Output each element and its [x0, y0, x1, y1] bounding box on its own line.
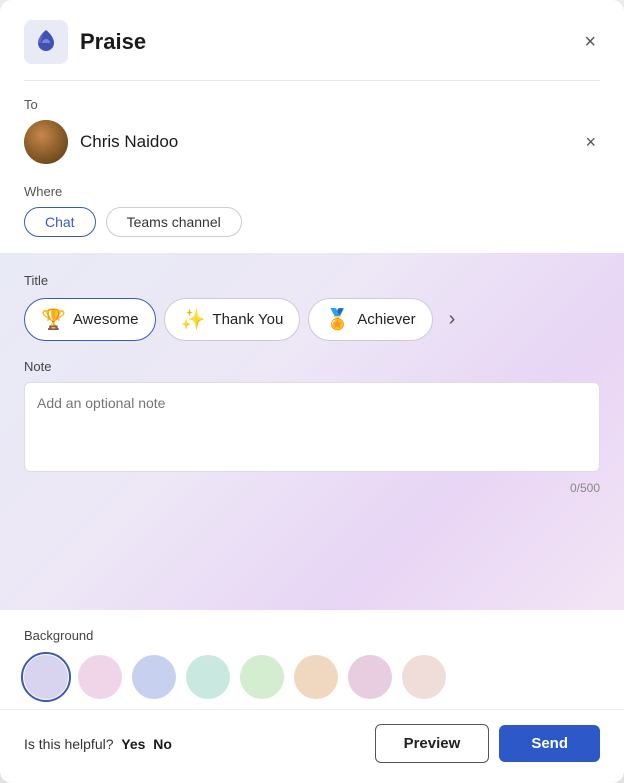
send-button[interactable]: Send [499, 725, 600, 762]
bg-color-lavender[interactable] [24, 655, 68, 699]
background-label: Background [24, 628, 600, 643]
awesome-title-button[interactable]: 🏆 Awesome [24, 298, 156, 341]
where-buttons: Chat Teams channel [24, 207, 600, 237]
recipient-row: Chris Naidoo × [24, 120, 600, 164]
note-textarea[interactable] [24, 382, 600, 472]
recipient-name: Chris Naidoo [80, 132, 178, 152]
modal-header: Praise × [0, 0, 624, 80]
thankyou-emoji: ✨ [181, 307, 206, 332]
thank-you-title-button[interactable]: ✨ Thank You [164, 298, 301, 341]
helpful-text: Is this helpful? Yes No [24, 736, 375, 752]
bg-color-mint[interactable] [186, 655, 230, 699]
avatar-image [24, 120, 68, 164]
no-button[interactable]: No [153, 736, 172, 752]
preview-button[interactable]: Preview [375, 724, 490, 763]
title-label: Title [24, 273, 600, 288]
title-buttons: 🏆 Awesome ✨ Thank You 🏅 Achiever › [24, 298, 600, 341]
awesome-emoji: 🏆 [41, 307, 66, 332]
to-section: To Chris Naidoo × [0, 81, 624, 172]
bg-color-light-green[interactable] [240, 655, 284, 699]
page-title: Praise [80, 29, 580, 55]
bg-color-periwinkle[interactable] [132, 655, 176, 699]
remove-recipient-button[interactable]: × [581, 128, 600, 157]
note-label: Note [24, 359, 600, 374]
achiever-emoji: 🏅 [325, 307, 350, 332]
background-color-picker [24, 655, 600, 699]
recipient-info: Chris Naidoo [24, 120, 178, 164]
footer: Is this helpful? Yes No Preview Send [0, 709, 624, 783]
bg-color-peach[interactable] [294, 655, 338, 699]
bg-color-mauve[interactable] [348, 655, 392, 699]
helpful-question: Is this helpful? [24, 736, 114, 752]
achiever-label: Achiever [357, 311, 415, 328]
praise-icon [24, 20, 68, 64]
teams-channel-button[interactable]: Teams channel [106, 207, 242, 237]
thankyou-label: Thank You [212, 311, 283, 328]
bg-color-pink-light[interactable] [78, 655, 122, 699]
avatar [24, 120, 68, 164]
praise-modal: Praise × To Chris Naidoo × Where Chat Te… [0, 0, 624, 783]
where-label: Where [24, 184, 600, 199]
modal-close-button[interactable]: × [580, 27, 600, 58]
chat-button[interactable]: Chat [24, 207, 96, 237]
where-section: Where Chat Teams channel [0, 172, 624, 253]
gradient-section: Title 🏆 Awesome ✨ Thank You 🏅 Achiever ›… [0, 253, 624, 610]
bg-color-rose-cream[interactable] [402, 655, 446, 699]
awesome-label: Awesome [73, 311, 139, 328]
background-section: Background [0, 610, 624, 709]
title-chevron-button[interactable]: › [441, 304, 464, 335]
yes-button[interactable]: Yes [121, 736, 145, 752]
achiever-title-button[interactable]: 🏅 Achiever [308, 298, 432, 341]
to-label: To [24, 97, 600, 112]
note-counter: 0/500 [24, 481, 600, 495]
